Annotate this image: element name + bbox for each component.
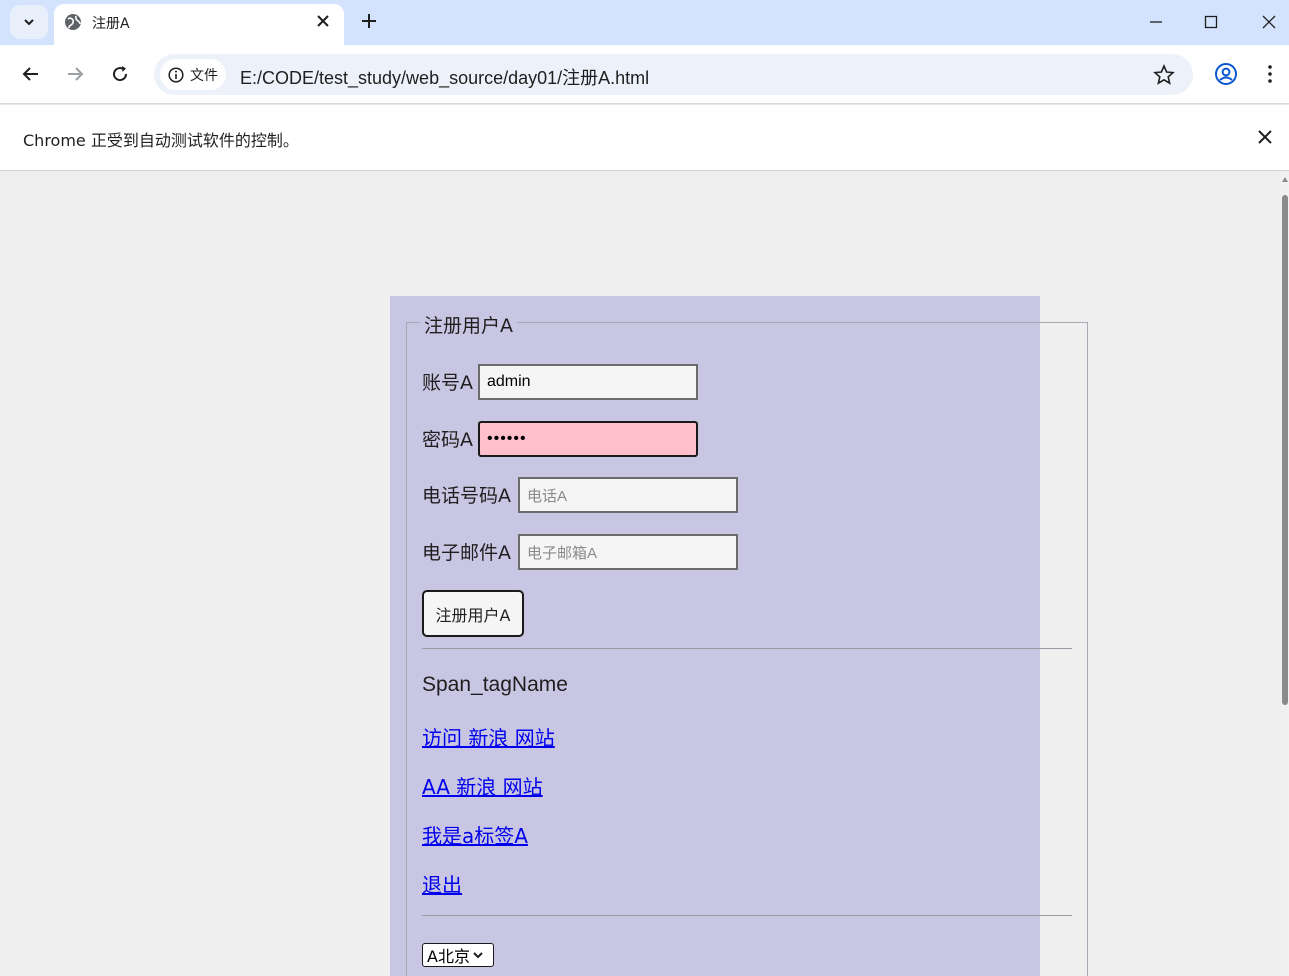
forward-arrow-icon[interactable]	[63, 62, 87, 86]
account-input[interactable]: admin	[478, 364, 698, 400]
site-info-chip[interactable]: 文件	[160, 59, 226, 90]
email-input[interactable]: 电子邮箱A	[518, 534, 738, 570]
reload-icon[interactable]	[108, 62, 132, 86]
globe-icon	[65, 14, 81, 30]
register-button[interactable]: 注册用户A	[422, 590, 524, 637]
back-arrow-icon[interactable]	[19, 62, 43, 86]
divider	[422, 915, 1072, 916]
password-label: 密码A	[422, 429, 473, 451]
link-aa-sina[interactable]: AA 新浪 网站	[422, 771, 543, 800]
automation-infobar: Chrome 正受到自动测试软件的控制。	[0, 105, 1289, 171]
tab-strip: 注册A	[0, 0, 1289, 45]
select-value: A北京	[427, 947, 470, 966]
minimize-icon[interactable]	[1146, 12, 1166, 32]
link-logout[interactable]: 退出	[422, 869, 462, 898]
menu-kebab-icon[interactable]	[1260, 62, 1280, 86]
phone-label: 电话号码A	[422, 485, 511, 507]
phone-input[interactable]: 电话A	[518, 477, 738, 513]
browser-toolbar: 文件 E:/CODE/test_study/web_source/day01/注…	[0, 45, 1289, 104]
window-close-icon[interactable]	[1259, 12, 1279, 32]
account-label: 账号A	[422, 372, 473, 394]
active-tab[interactable]: 注册A	[54, 4, 344, 45]
info-icon	[168, 66, 184, 83]
address-bar[interactable]: 文件 E:/CODE/test_study/web_source/day01/注…	[154, 54, 1193, 95]
chevron-down-icon	[24, 19, 34, 26]
chevron-down-icon	[473, 952, 483, 959]
link-visit-sina[interactable]: 访问 新浪 网站	[422, 722, 555, 751]
chip-label: 文件	[190, 67, 218, 84]
link-a-tag[interactable]: 我是a标签A	[422, 820, 528, 849]
scrollbar[interactable]	[1281, 171, 1289, 976]
scrollbar-thumb[interactable]	[1282, 195, 1288, 705]
tab-title: 注册A	[92, 16, 130, 32]
password-input[interactable]: ••••••	[478, 421, 698, 457]
infobar-message: Chrome 正受到自动测试软件的控制。	[23, 131, 299, 150]
new-tab-icon[interactable]	[358, 10, 380, 32]
infobar-close-icon[interactable]	[1256, 128, 1274, 146]
maximize-icon[interactable]	[1201, 12, 1221, 32]
fieldset-legend: 注册用户A	[420, 311, 517, 338]
url-text[interactable]: E:/CODE/test_study/web_source/day01/注册A.…	[240, 64, 649, 90]
scroll-up-arrow-icon[interactable]	[1282, 177, 1288, 182]
bookmark-star-icon[interactable]	[1153, 64, 1175, 86]
tab-close-icon[interactable]	[314, 12, 332, 30]
profile-icon[interactable]	[1214, 62, 1238, 86]
span-text: Span_tagName	[422, 673, 568, 696]
email-label: 电子邮件A	[422, 542, 511, 564]
tab-search-button[interactable]	[10, 5, 48, 39]
city-select[interactable]: A北京	[422, 943, 494, 967]
divider	[422, 648, 1072, 649]
